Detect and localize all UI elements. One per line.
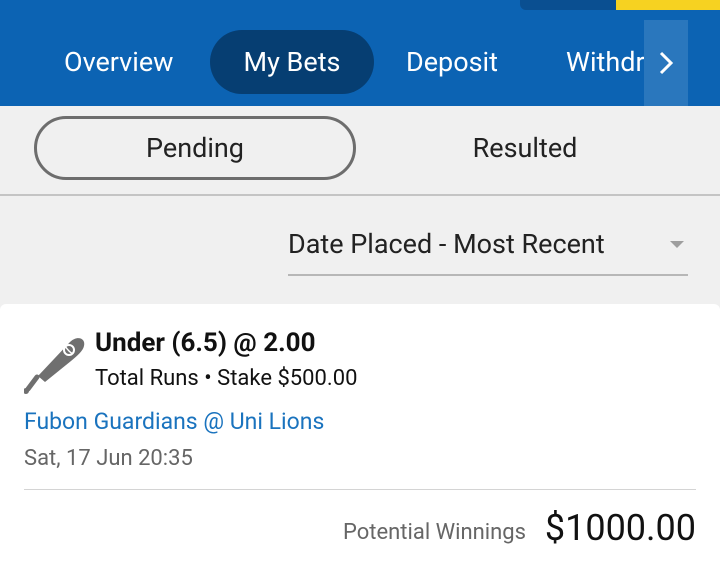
event-link[interactable]: Fubon Guardians @ Uni Lions	[24, 408, 324, 435]
potential-winnings-label: Potential Winnings	[343, 520, 526, 545]
bet-status-segmented-control: Pending Resulted	[0, 106, 720, 196]
header-strip-blue	[520, 0, 616, 10]
card-divider	[24, 489, 696, 490]
tab-my-bets[interactable]: My Bets	[210, 30, 374, 94]
bet-market: Total Runs	[95, 366, 199, 391]
nav-scroll-right-button[interactable]	[644, 20, 688, 106]
potential-winnings-value: $1000.00	[544, 507, 696, 549]
caret-down-icon	[670, 241, 684, 248]
bet-market-stake: Total Runs • Stake $500.00	[95, 366, 357, 391]
sort-dropdown[interactable]: Date Placed - Most Recent	[288, 228, 688, 276]
baseball-bat-icon	[24, 338, 85, 394]
bet-stake: Stake $500.00	[217, 366, 358, 391]
top-navigation-bar: Overview My Bets Deposit Withdraw	[0, 0, 720, 106]
event-datetime: Sat, 17 Jun 20:35	[24, 446, 193, 471]
tab-deposit[interactable]: Deposit	[406, 30, 498, 94]
segment-pending[interactable]: Pending	[34, 116, 356, 180]
bet-card[interactable]: Under (6.5) @ 2.00 Total Runs • Stake $5…	[0, 304, 720, 568]
tab-overview[interactable]: Overview	[64, 30, 173, 94]
bet-selection: Under (6.5) @ 2.00	[95, 328, 316, 358]
sort-dropdown-value: Date Placed - Most Recent	[288, 228, 605, 260]
tab-withdraw[interactable]: Withdraw	[566, 30, 648, 94]
chevron-right-icon	[659, 51, 674, 75]
header-strip	[520, 0, 720, 10]
bet-separator: •	[204, 366, 212, 391]
segment-resulted[interactable]: Resulted	[364, 116, 686, 180]
header-strip-yellow	[616, 0, 720, 10]
